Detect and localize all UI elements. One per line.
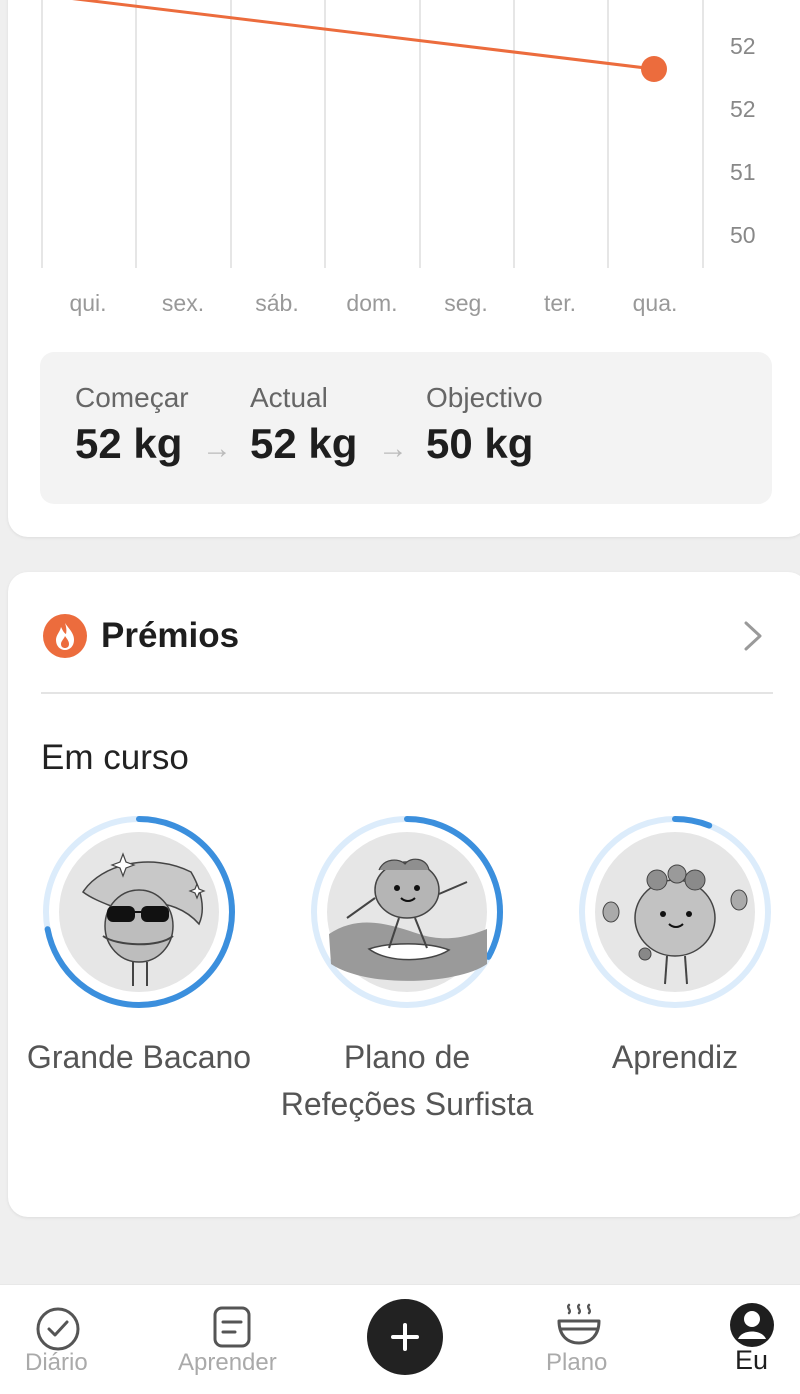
weight-stats-box: Começar 52 kg → Actual 52 kg → Objectivo… bbox=[40, 352, 772, 504]
badge-name: Aprendiz bbox=[611, 1039, 739, 1075]
weight-card: 52 52 51 50 qui. sex. sáb. dom. seg. ter… bbox=[8, 0, 800, 537]
weight-data-point bbox=[641, 56, 667, 82]
goal-weight-value: 50 kg bbox=[426, 420, 534, 467]
divider bbox=[41, 692, 773, 694]
food-bowl-icon bbox=[557, 1303, 601, 1345]
in-progress-title: Em curso bbox=[41, 738, 189, 777]
add-button[interactable] bbox=[367, 1299, 443, 1375]
x-tick-label: dom. bbox=[346, 290, 398, 316]
badge-name: Grande Bacano bbox=[26, 1039, 252, 1075]
y-tick-label: 51 bbox=[730, 159, 756, 185]
current-weight-stat: Actual 52 kg bbox=[250, 382, 357, 468]
y-tick-label: 52 bbox=[730, 96, 756, 122]
y-tick-label: 50 bbox=[730, 222, 756, 248]
start-weight-value: 52 kg bbox=[75, 420, 183, 467]
current-weight-label: Actual bbox=[250, 382, 328, 413]
awards-header[interactable]: Prémios bbox=[43, 610, 773, 660]
nav-label-learn: Aprender bbox=[178, 1349, 277, 1376]
weight-chart bbox=[41, 0, 704, 268]
x-tick-label: sáb. bbox=[255, 290, 299, 316]
flame-icon bbox=[43, 614, 87, 658]
nav-label-diary: Diário bbox=[25, 1349, 88, 1376]
x-tick-label: sex. bbox=[161, 290, 205, 316]
awards-title: Prémios bbox=[101, 616, 240, 655]
nav-item-me[interactable]: Eu bbox=[722, 1285, 782, 1394]
start-weight-stat: Começar 52 kg bbox=[75, 382, 189, 468]
current-weight-value: 52 kg bbox=[250, 420, 358, 467]
nav-label-plan: Plano bbox=[546, 1349, 608, 1376]
badge-name: Plano de Refeções Surfista bbox=[280, 1039, 534, 1122]
arrow-right-icon: → bbox=[378, 432, 408, 465]
nav-label-me: Eu bbox=[735, 1345, 769, 1375]
start-weight-label: Começar bbox=[75, 382, 189, 413]
badge-progress-ring bbox=[43, 816, 235, 1008]
document-icon bbox=[213, 1306, 251, 1348]
x-tick-label: qua. bbox=[632, 290, 678, 316]
nav-item-diary[interactable]: Diário bbox=[20, 1285, 100, 1394]
bottom-nav: Diário Aprender Plano Eu bbox=[0, 1284, 800, 1394]
x-tick-label: seg. bbox=[444, 290, 488, 316]
plus-icon bbox=[391, 1323, 419, 1351]
weight-trend-line bbox=[72, 0, 655, 71]
y-tick-label: 52 bbox=[730, 33, 756, 59]
chevron-right-icon[interactable] bbox=[741, 618, 765, 654]
check-circle-icon bbox=[36, 1307, 80, 1351]
x-tick-label: qui. bbox=[69, 290, 107, 316]
goal-weight-label: Objectivo bbox=[426, 382, 543, 413]
goal-weight-stat: Objectivo 50 kg bbox=[426, 382, 543, 468]
badge-progress-ring bbox=[579, 816, 771, 1008]
awards-card: Prémios Em curso Grande Bacano Plano de … bbox=[8, 572, 800, 1217]
arrow-right-icon: → bbox=[202, 432, 232, 465]
profile-icon bbox=[730, 1303, 774, 1347]
badge-progress-ring bbox=[311, 816, 503, 1008]
x-tick-label: ter. bbox=[544, 290, 576, 316]
nav-item-plan[interactable]: Plano bbox=[540, 1285, 620, 1394]
nav-item-learn[interactable]: Aprender bbox=[176, 1285, 292, 1394]
